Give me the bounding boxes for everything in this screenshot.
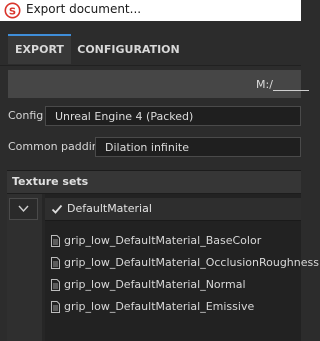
material-name: DefaultMaterial — [67, 202, 152, 215]
tab-export[interactable]: EXPORT — [8, 34, 71, 64]
texture-sets-title: Texture sets — [12, 175, 89, 188]
output-path-value: M:/ — [256, 78, 273, 91]
substance-logo-icon: S — [4, 2, 21, 19]
config-dropdown[interactable]: Unreal Engine 4 (Packed) — [45, 106, 301, 126]
checkmark-icon[interactable] — [51, 203, 63, 215]
texture-sets-sidebar — [7, 194, 42, 341]
collapse-button[interactable] — [9, 198, 38, 220]
file-icon — [51, 257, 60, 269]
output-path-field[interactable]: M:/ — [8, 70, 309, 98]
texture-name: grip_low_DefaultMaterial_Emissive — [64, 300, 255, 313]
material-row[interactable]: DefaultMaterial — [45, 198, 301, 221]
config-dropdown-value: Unreal Engine 4 (Packed) — [55, 110, 194, 123]
tab-configuration[interactable]: CONFIGURATION — [75, 36, 182, 64]
chevron-down-icon — [18, 205, 29, 213]
texture-sets-header: Texture sets — [7, 171, 301, 194]
file-icon — [51, 301, 60, 313]
texture-sets-panel: Texture sets DefaultMaterial grip_low_De… — [7, 170, 320, 341]
padding-dropdown[interactable]: Dilation infinite — [95, 137, 301, 157]
svg-text:S: S — [9, 6, 16, 17]
tab-export-label: EXPORT — [15, 43, 64, 56]
config-label: Config — [8, 109, 44, 122]
tab-configuration-label: CONFIGURATION — [77, 43, 180, 56]
window-title: Export document... — [26, 2, 142, 16]
padding-label: Common padding — [8, 140, 106, 153]
texture-list: DefaultMaterial grip_low_DefaultMaterial… — [45, 194, 320, 341]
file-icon — [51, 235, 60, 247]
padding-dropdown-value: Dilation infinite — [105, 141, 189, 154]
file-icon — [51, 279, 60, 291]
texture-name: grip_low_DefaultMaterial_Normal — [64, 278, 246, 291]
tab-bar: EXPORT CONFIGURATION — [0, 21, 301, 66]
output-path-underline — [273, 90, 309, 91]
texture-name: grip_low_DefaultMaterial_OcclusionRoughn… — [64, 256, 320, 269]
texture-name: grip_low_DefaultMaterial_BaseColor — [64, 234, 262, 247]
window-titlebar: S Export document... — [0, 0, 301, 21]
